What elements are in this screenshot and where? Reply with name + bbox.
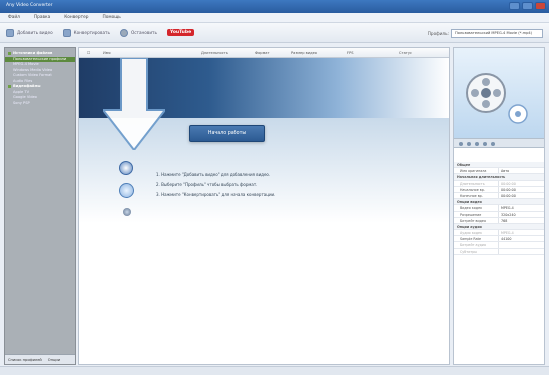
add-video-label: Добавить видео [17,30,53,35]
menu-file[interactable]: Файл [8,15,20,20]
property-row: Субтитры [454,248,544,255]
property-key: Имя оригинала [460,169,487,174]
col-fps[interactable]: FPS [347,51,354,55]
stop-label: Остановить [130,30,157,35]
sidebar-tabs: Список профилей Опции [5,354,75,364]
add-video-button[interactable]: Добавить видео [6,28,53,37]
sidebar-list: Источники файлов Пользовательские профили… [5,48,75,106]
convert-step-icon[interactable] [123,208,131,216]
minimize-button[interactable] [509,2,520,10]
file-list-area: ☐ Имя Длительность Формат Размер видео F… [78,47,450,365]
property-value[interactable]: 00:00:00 [498,192,544,199]
col-format[interactable]: Формат [255,51,270,55]
step-2: 2. Выберите "Профиль" чтобы выбрать форм… [156,182,258,187]
property-value[interactable] [498,242,544,248]
next-icon[interactable] [483,142,487,146]
convert-label: Конвертировать [73,30,110,35]
search-icon[interactable] [119,183,134,198]
property-value[interactable]: MPEG-4 [498,230,544,236]
convert-icon [62,28,71,37]
profile-sidebar: Источники файлов Пользовательские профили… [4,47,76,365]
menu-help[interactable]: Помощь [103,15,121,20]
title-bar: Any Video Converter [0,0,549,13]
sidebar-item-label: Пользовательские профили [13,56,67,61]
property-key: Субтитры [460,249,477,254]
prev-icon[interactable] [475,142,479,146]
select-all-checkbox[interactable]: ☐ [87,51,90,55]
down-arrow-icon [103,58,165,150]
col-duration[interactable]: Длительность [201,51,228,55]
status-bar [0,366,549,375]
step-1: 1. Нажмите "Добавить видео" для добавлен… [156,172,271,177]
add-video-icon [6,28,14,37]
stop-icon [119,28,128,37]
property-value[interactable]: 00:00:00 [498,186,544,192]
sidebar-item-label: Custom Video Format [13,73,52,77]
property-value[interactable]: 768 [498,217,544,223]
property-key: Общее [457,163,471,167]
window-title: Any Video Converter [6,3,53,8]
sidebar-item-label: Sony PSP [13,100,30,105]
play-icon[interactable] [459,142,463,146]
property-key: Начальная длительность [457,175,506,180]
property-key: Sample Rate [460,237,481,242]
folder-icon [8,51,11,55]
property-key: Конечное вр. [460,193,483,198]
preview-panel: Общее Имя оригинала Авто Начальная длительн… [453,47,545,365]
property-key: Битрейт аудио [460,243,486,248]
sidebar-item-label: Audio Files [13,78,33,83]
profile-select[interactable]: Пользовательский MPEG-4 Movie (*.mp4) [451,29,543,38]
sidebar-item-label: Google Video [13,95,37,99]
step-3: 3. Нажмите "Конвертировать" для начала к… [156,192,276,197]
property-key: Опции видео [457,200,482,205]
sidebar-item-label: MPEG-4 Movie [13,62,39,66]
video-preview [454,48,544,138]
col-video-size[interactable]: Размер видео [291,51,317,55]
property-key: Длительность [460,181,485,186]
film-reel-icon [466,73,528,124]
property-key: Разрешение [460,212,482,217]
property-key: Видео кодек [460,206,483,211]
tab-profile-list[interactable]: Список профилей [8,358,42,362]
stop-button[interactable]: Остановить [119,28,157,37]
maximize-button[interactable] [522,2,533,10]
sidebar-item[interactable]: Sony PSP [5,101,75,107]
properties-table: Общее Имя оригинала Авто Начальная длительн… [454,162,544,255]
col-name[interactable]: Имя [103,51,111,55]
convert-button[interactable]: Конвертировать [62,28,110,37]
close-button[interactable] [535,2,546,10]
menu-bar: Файл Правка Конвертер Помощь [0,13,549,23]
toolbar: Добавить видео Конвертировать Остановить… [0,23,549,43]
folder-icon [8,84,11,88]
menu-edit[interactable]: Правка [34,15,50,20]
property-value[interactable]: 320x240 [498,211,544,217]
property-value[interactable]: 44100 [498,236,544,242]
profile-label: Профиль: [427,31,449,36]
sidebar-item-label: Источники файлов [13,51,53,55]
start-button[interactable]: Начало работы [189,125,265,142]
sidebar-item-label: Apple TV [13,89,30,94]
property-value[interactable]: MPEG-4 [498,205,544,211]
youtube-button[interactable]: YouTube [166,29,195,36]
property-value[interactable]: Авто [498,168,544,174]
sidebar-item-label: Windows Media Video [13,67,53,72]
property-key: Аудио кодек [460,231,483,236]
column-header: ☐ Имя Длительность Формат Размер видео F… [79,48,449,58]
property-key: Битрейт видео [460,218,486,223]
stop-play-icon[interactable] [467,142,471,146]
property-key: Опции аудио [457,224,482,229]
window-controls [509,2,546,10]
player-controls [454,138,544,148]
property-key: Начальное вр. [460,187,485,192]
sidebar-item-label: Видеофайлы [13,84,41,88]
add-video-step-icon[interactable] [119,161,133,175]
menu-converter[interactable]: Конвертер [64,15,88,20]
snapshot-icon[interactable] [491,142,495,146]
col-status[interactable]: Статус [399,51,412,55]
property-value[interactable] [498,248,544,254]
tab-options[interactable]: Опции [48,358,60,362]
property-value[interactable]: 00:00:00 [498,180,544,186]
